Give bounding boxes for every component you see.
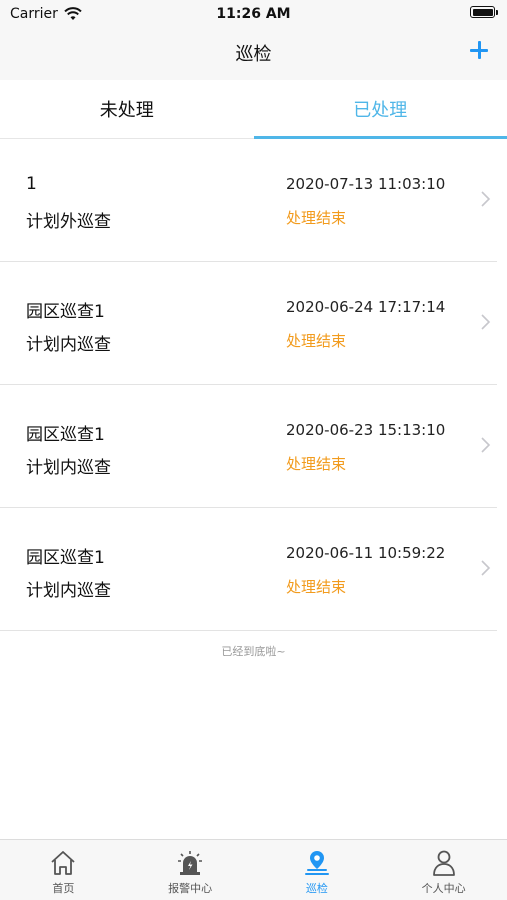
item-date: 2020-06-24 17:17:14 — [286, 298, 446, 316]
tab-processed[interactable]: 已处理 — [253, 80, 507, 139]
tabbar-item-inspection[interactable]: 巡检 — [254, 840, 381, 900]
person-icon — [432, 850, 455, 876]
tabbar-item-alarm[interactable]: 报警中心 — [127, 840, 254, 900]
item-status: 处理结束 — [286, 455, 347, 473]
battery-icon — [470, 6, 498, 18]
item-type: 计划外巡查 — [26, 212, 111, 232]
chevron-right-icon — [481, 314, 491, 330]
segment-tabs: 未处理 已处理 — [0, 80, 507, 139]
item-status: 处理结束 — [286, 209, 347, 227]
item-date: 2020-06-23 15:13:10 — [286, 421, 446, 439]
chevron-right-icon — [481, 560, 491, 576]
item-type: 计划内巡查 — [26, 458, 111, 478]
tabbar-item-home[interactable]: 首页 — [0, 840, 127, 900]
chevron-right-icon — [481, 437, 491, 453]
item-title: 园区巡查1 — [26, 302, 105, 322]
home-icon — [51, 851, 75, 875]
nav-bar: 巡检 — [0, 28, 507, 80]
top-area: Carrier 11:26 AM 巡检 — [0, 0, 507, 80]
item-status: 处理结束 — [286, 578, 347, 596]
item-date: 2020-07-13 11:03:10 — [286, 175, 446, 193]
status-bar: Carrier 11:26 AM — [0, 0, 507, 28]
list-end-text: 已经到底啦~ — [221, 645, 286, 658]
alarm-icon — [178, 851, 203, 875]
bottom-tab-bar: 首页 报警中心 巡检 个人中心 — [0, 839, 507, 900]
chevron-right-icon — [481, 191, 491, 207]
inspection-list: 1 计划外巡查 2020-07-13 11:03:10 处理结束 园区巡查1 计… — [0, 139, 507, 659]
item-date: 2020-06-11 10:59:22 — [286, 544, 446, 562]
add-icon[interactable] — [465, 36, 493, 64]
list-item[interactable]: 园区巡查1 计划内巡查 2020-06-23 15:13:10 处理结束 — [0, 385, 497, 508]
tabbar-item-profile[interactable]: 个人中心 — [380, 840, 507, 900]
item-status: 处理结束 — [286, 332, 347, 350]
location-pin-icon — [304, 851, 329, 875]
list-item[interactable]: 1 计划外巡查 2020-07-13 11:03:10 处理结束 — [0, 139, 497, 262]
clock: 11:26 AM — [216, 6, 291, 22]
item-type: 计划内巡查 — [26, 335, 111, 355]
item-type: 计划内巡查 — [26, 581, 111, 601]
tabbar-label: 巡检 — [305, 882, 328, 895]
tab-unprocessed[interactable]: 未处理 — [0, 80, 254, 138]
list-item[interactable]: 园区巡查1 计划内巡查 2020-06-24 17:17:14 处理结束 — [0, 262, 497, 385]
item-title: 园区巡查1 — [26, 425, 105, 445]
page-title: 巡检 — [235, 44, 272, 65]
tabbar-label: 个人中心 — [421, 882, 466, 895]
item-title: 1 — [26, 174, 37, 194]
tabbar-label: 报警中心 — [168, 882, 213, 895]
list-item[interactable]: 园区巡查1 计划内巡查 2020-06-11 10:59:22 处理结束 — [0, 508, 497, 631]
item-title: 园区巡查1 — [26, 548, 105, 568]
tabbar-label: 首页 — [52, 882, 75, 895]
